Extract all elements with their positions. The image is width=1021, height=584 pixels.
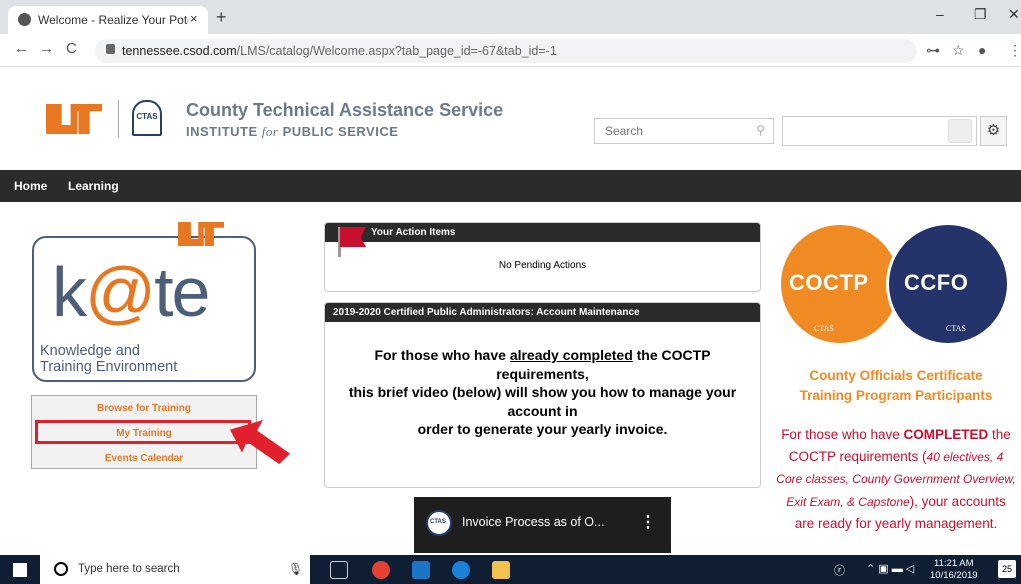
- browser-tab[interactable]: Welcome - Realize Your Potential ×: [8, 6, 208, 34]
- ctas-logo[interactable]: CTAS: [132, 100, 162, 136]
- org-sub-post: PUBLIC SERVICE: [278, 124, 399, 139]
- cpa-line3: this brief video (below) will show you h…: [348, 384, 737, 400]
- video-logo-text: CTAS: [430, 519, 446, 525]
- search-input[interactable]: Search ⚲: [594, 118, 774, 144]
- video-title[interactable]: Invoice Process as of O...: [462, 515, 604, 529]
- tab-title: Welcome - Realize Your Potential: [38, 13, 188, 27]
- main-nav: [0, 170, 1021, 202]
- url-path: /LMS/catalog/Welcome.aspx?tab_page_id=-6…: [236, 44, 557, 58]
- org-sub-pre: INSTITUTE: [186, 124, 262, 139]
- url-text[interactable]: tennessee.csod.com/LMS/catalog/Welcome.a…: [122, 44, 557, 58]
- kate-line2: Training Environment: [40, 359, 178, 375]
- kate-wordmark: k@te: [48, 252, 213, 332]
- search-icon[interactable]: ⚲: [756, 123, 765, 137]
- cpa-line5: order to generate your yearly invoice.: [417, 421, 668, 437]
- clock-time: 11:21 AM: [934, 558, 974, 569]
- cpa-l1-post: the COCTP: [632, 347, 711, 363]
- right-heading: County Officials Certificate Training Pro…: [776, 366, 1016, 406]
- org-title: County Technical Assistance Service: [186, 100, 504, 120]
- gear-icon[interactable]: ⚙: [980, 116, 1007, 146]
- browse-training-link[interactable]: Browse for Training: [31, 403, 257, 414]
- nav-home[interactable]: Home: [14, 179, 47, 193]
- coctp-badge-sub: CTAS: [814, 324, 834, 333]
- microphone-icon[interactable]: 🎙: [288, 562, 303, 576]
- taskbar-search[interactable]: Type here to search: [40, 555, 310, 584]
- taskbar-clock[interactable]: 11:21 AM 10/16/2019: [930, 558, 978, 582]
- menu-icon[interactable]: ⋮: [1008, 42, 1021, 59]
- coctp-badge-text: COCTP: [789, 270, 869, 295]
- ccfo-badge-text: CCFO: [904, 270, 969, 295]
- cpa-l1-pre: For those who have: [374, 347, 510, 363]
- nav-learning[interactable]: Learning: [68, 179, 119, 193]
- back-button[interactable]: ←: [14, 40, 29, 57]
- ccfo-badge-sub: CTAS: [946, 324, 966, 333]
- clock-date: 10/16/2019: [930, 570, 978, 581]
- cpa-line1: For those who have already completed the…: [330, 346, 755, 365]
- cpa-line4: account in: [507, 402, 578, 419]
- chrome-icon[interactable]: [372, 561, 390, 579]
- highlight-box: [35, 420, 251, 444]
- kate-line1: Knowledge and: [40, 343, 140, 359]
- cortana-icon[interactable]: [54, 562, 68, 576]
- kate-k: k: [52, 253, 87, 331]
- avatar[interactable]: [948, 119, 972, 143]
- profile-icon[interactable]: ●: [978, 42, 986, 58]
- url-host: tennessee.csod.com: [122, 44, 237, 58]
- right-p-pre: For those who have: [781, 427, 904, 442]
- action-items-title: Your Action Items: [325, 223, 760, 242]
- star-icon[interactable]: ☆: [952, 42, 965, 59]
- new-tab-button[interactable]: +: [216, 8, 227, 26]
- kate-subtitle: Knowledge and Training Environment: [36, 343, 182, 375]
- cpa-message: For those who have already completed the…: [330, 346, 755, 439]
- cpa-line2: requirements,: [496, 365, 589, 382]
- windows-start-icon[interactable]: [13, 563, 27, 577]
- close-window-button[interactable]: ✕: [1008, 6, 1020, 23]
- video-channel-logo[interactable]: CTAS: [426, 510, 452, 536]
- globe-icon: [18, 13, 31, 26]
- people-icon[interactable]: ⓡ: [834, 562, 845, 578]
- restore-button[interactable]: ❐: [974, 6, 987, 23]
- key-icon[interactable]: ⊶: [926, 42, 940, 59]
- notification-icon[interactable]: 25: [998, 560, 1016, 578]
- app-icon[interactable]: [452, 561, 470, 579]
- logo-divider: [118, 100, 119, 138]
- close-tab-icon[interactable]: ×: [190, 11, 198, 26]
- events-calendar-link[interactable]: Events Calendar: [31, 453, 257, 464]
- ut-logo[interactable]: [46, 104, 102, 134]
- file-explorer-icon[interactable]: [492, 561, 510, 579]
- kate-te: te: [154, 253, 210, 331]
- minimize-button[interactable]: –: [936, 6, 944, 22]
- video-more-icon[interactable]: ⋮: [640, 512, 656, 532]
- org-sub-for: for: [261, 124, 279, 139]
- reload-button[interactable]: C: [66, 40, 77, 57]
- lock-icon: [106, 44, 115, 54]
- right-paragraph: For those who have COMPLETED the COCTP r…: [776, 424, 1016, 535]
- action-items-panel: Your Action Items No Pending Actions: [324, 222, 761, 292]
- tray-icons[interactable]: ⌃ ▣ ▬ ◁: [866, 562, 914, 575]
- right-heading-1: County Officials Certificate: [809, 368, 983, 383]
- right-p-bold: COMPLETED: [903, 427, 989, 442]
- task-view-icon[interactable]: [330, 561, 348, 579]
- search-placeholder: Search: [605, 124, 644, 138]
- forward-button[interactable]: →: [39, 40, 54, 57]
- cpa-l1-underline: already completed: [509, 347, 633, 363]
- org-subtitle: INSTITUTE for PUBLIC SERVICE: [186, 124, 398, 140]
- right-heading-2: Training Program Participants: [799, 388, 993, 403]
- action-items-body: No Pending Actions: [498, 260, 587, 271]
- cpa-title: 2019-2020 Certified Public Administrator…: [325, 303, 760, 322]
- kate-at: @: [85, 253, 156, 331]
- outlook-icon[interactable]: [412, 561, 430, 579]
